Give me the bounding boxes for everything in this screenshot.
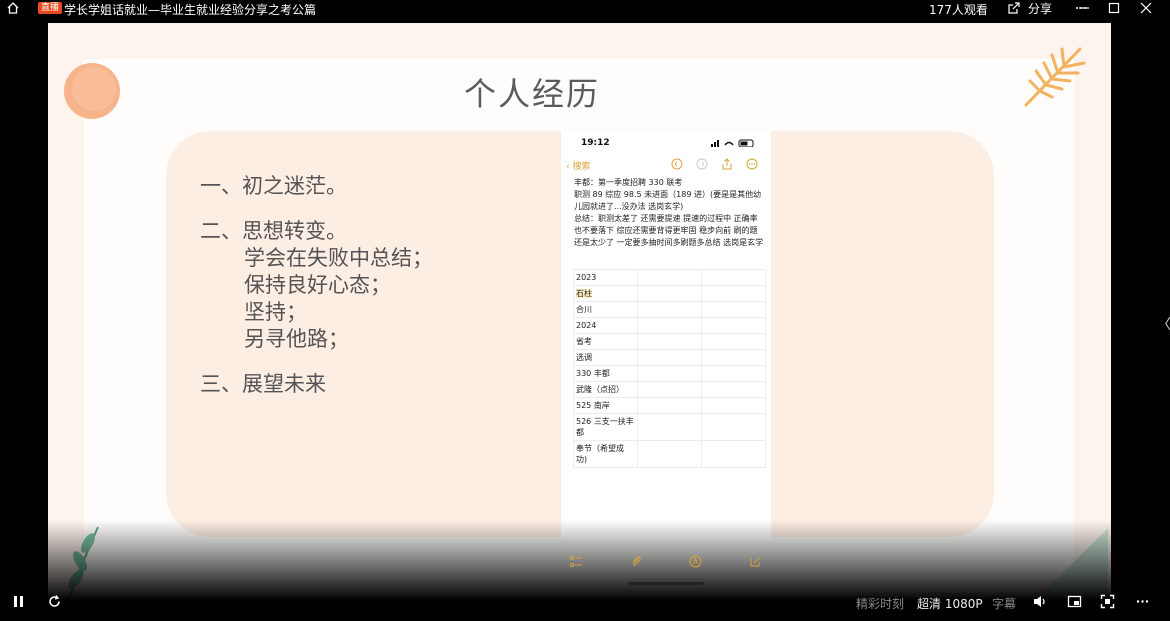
notes-back-button: ‹ 搜索 xyxy=(566,162,591,172)
share-icon xyxy=(722,158,732,170)
table-cell: 石柱 xyxy=(573,285,638,302)
maximize-icon[interactable] xyxy=(1108,2,1120,14)
table-cell: 选调 xyxy=(573,349,638,366)
close-icon[interactable] xyxy=(1140,2,1152,14)
notes-line: 丰都：第一季度招聘 330 联考 xyxy=(574,178,683,187)
slide-outline: 一、初之迷茫。 二、思想转变。 学会在失败中总结； 保持良好心态； 坚持； 另寻… xyxy=(200,173,433,398)
volume-icon[interactable] xyxy=(1032,594,1047,609)
share-button[interactable]: 分享 xyxy=(1008,0,1052,16)
home-icon[interactable] xyxy=(6,1,20,15)
refresh-icon[interactable] xyxy=(47,594,62,609)
table-cell: 省考 xyxy=(573,333,638,350)
outline-point: 坚持； xyxy=(244,300,307,324)
outline-section-3: 三、展望未来 xyxy=(200,372,326,396)
table-cell: 2023 xyxy=(573,269,638,286)
notes-toolbar xyxy=(671,158,758,170)
more-icon[interactable] xyxy=(1135,594,1150,609)
quality-selector[interactable]: 超清 1080P xyxy=(917,595,983,612)
highlights-button[interactable]: 精彩时刻 xyxy=(856,595,904,612)
outline-point: 学会在失败中总结； xyxy=(244,246,433,270)
minimize-icon[interactable] xyxy=(1078,2,1090,14)
attachment-icon xyxy=(632,556,641,566)
outline-point: 保持良好心态； xyxy=(244,273,391,297)
table-cell: 2024 xyxy=(573,317,638,334)
table-cell: 合川 xyxy=(573,301,638,318)
fullscreen-icon[interactable] xyxy=(1100,594,1115,609)
table-cell: 526 三支一扶丰都 xyxy=(573,413,638,441)
phone-time: 19:12 xyxy=(581,138,610,148)
home-indicator xyxy=(628,582,704,585)
notes-table: 2023 石柱 合川 2024 省考 选调 330 丰都 武隆（点招） 525 … xyxy=(573,269,766,468)
subtitles-button[interactable]: 字幕 xyxy=(992,595,1016,612)
notes-line: 总结：职测太差了 还需要提速 提速的过程中 正确率也不要落下 综应还需要背得更牢… xyxy=(574,214,764,247)
table-cell: 525 南岸 xyxy=(573,397,638,414)
compose-icon xyxy=(750,556,761,567)
pause-icon[interactable] xyxy=(11,594,26,609)
phone-notes-screenshot: 19:12 ‹ 搜索 丰都：第一季度招聘 330 联考 职测 89 综应 98.… xyxy=(561,131,771,541)
side-panel-toggle[interactable]: 〈 xyxy=(1157,314,1170,334)
outline-point: 另寻他路； xyxy=(244,327,349,351)
phone-status-icons xyxy=(711,139,754,147)
checklist-icon xyxy=(570,556,582,567)
title-bar: 直播 学长学姐话就业—毕业生就业经验分享之考公篇 177人观看 分享 xyxy=(0,0,1170,18)
table-cell: 奉节（希望成功) xyxy=(573,440,638,468)
slide-title: 个人经历 xyxy=(464,75,601,113)
outline-section-2: 二、思想转变。 xyxy=(200,219,347,243)
palm-leaf-decoration xyxy=(1024,47,1086,107)
notes-back-label: 搜索 xyxy=(572,162,591,172)
more-options-icon xyxy=(746,158,758,170)
notes-text: 丰都：第一季度招聘 330 联考 职测 89 综应 98.5 未进面（189 进… xyxy=(574,177,764,249)
table-cell: 330 丰都 xyxy=(573,365,638,382)
table-cell: 武隆（点招） xyxy=(573,381,638,398)
share-label: 分享 xyxy=(1028,1,1053,16)
share-icon xyxy=(1008,2,1020,14)
redo-icon xyxy=(696,158,708,170)
live-badge: 直播 xyxy=(38,2,63,14)
stream-title: 学长学姐话就业—毕业生就业经验分享之考公篇 xyxy=(64,3,317,17)
markup-icon xyxy=(689,555,702,568)
picture-in-picture-icon[interactable] xyxy=(1067,594,1082,609)
orange-circle-decoration xyxy=(64,63,120,119)
outline-section-1: 一、初之迷茫。 xyxy=(200,174,347,198)
notes-line: 职测 89 综应 98.5 未进面（189 进）(要是是其他幼儿园就进了...没… xyxy=(574,190,762,211)
undo-icon xyxy=(671,158,683,170)
viewer-count: 177人观看 xyxy=(929,3,988,17)
